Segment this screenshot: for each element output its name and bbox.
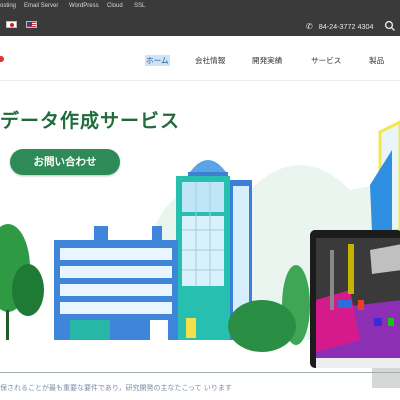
section-divider [0, 372, 400, 373]
intro-text: 保されることが最も重要な要件であり，研究開発の主なたこって いります [0, 384, 232, 392]
hero-illustration [0, 120, 400, 388]
contact-button[interactable]: お問い合わせ [10, 149, 120, 175]
hero-title: データ作成サービス [0, 110, 181, 132]
